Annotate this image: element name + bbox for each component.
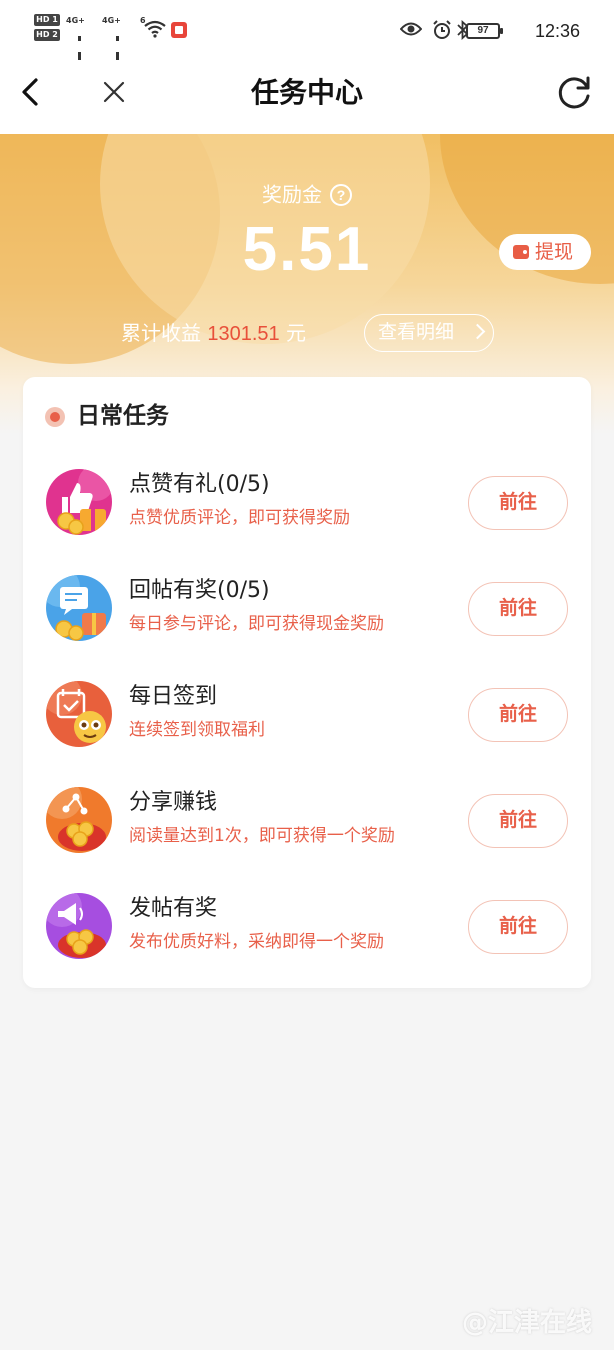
refresh-icon[interactable] [554,72,594,112]
section-dot-icon [45,407,65,427]
thumbs-up-icon [46,469,112,535]
task-desc: 点赞优质评论，即可获得奖励 [129,508,350,528]
wifi-icon [144,20,166,38]
alarm-icon [433,20,451,39]
page-title: 任务中心 [250,76,363,109]
task-name: 发帖有奖 [129,896,218,921]
hd2-badge: HD 2 [34,29,60,41]
status-bar: HD 1 HD 2 4G+ 4G+ 6 97 12:36 [0,0,614,98]
status-time: 12:36 [534,21,580,41]
view-details-button[interactable]: 查看明细 [364,314,494,352]
wallet-icon [513,245,529,259]
go-button[interactable]: 前往 [468,688,568,742]
view-details-label: 查看明细 [378,321,455,343]
watermark: @江津在线 [461,1308,592,1338]
calendar-icon [46,681,112,747]
go-button[interactable]: 前往 [468,794,568,848]
section-title: 日常任务 [45,399,169,433]
daily-tasks-card: 日常任务 点赞有礼(0/5) 点赞优质评论，即可获得奖励 前往 回帖有奖(0/5… [23,377,591,988]
task-name: 每日签到 [129,684,218,709]
reward-label: 奖励金 [262,182,322,207]
help-icon[interactable]: ? [330,183,352,206]
reply-icon [46,575,112,641]
cumulative-unit: 元 [286,321,307,345]
go-button[interactable]: 前往 [468,476,568,530]
task-item-like: 点赞有礼(0/5) 点赞优质评论，即可获得奖励 前往 [23,457,591,563]
withdraw-label: 提现 [535,241,574,263]
network-type-1: 4G+ [66,16,85,25]
battery-indicator: 97 [466,23,503,39]
cumulative-earnings: 累计收益 1301.51 元 [121,318,306,349]
task-desc: 每日参与评论，即可获得现金奖励 [129,614,384,634]
hd-indicators: HD 1 HD 2 [34,14,60,44]
cumulative-prefix: 累计收益 [121,321,201,345]
task-item-share: 分享赚钱 阅读量达到1次，即可获得一个奖励 前往 [23,775,591,881]
eye-icon [400,22,422,36]
reward-label-row: 奖励金? [0,178,614,210]
withdraw-button[interactable]: 提现 [499,234,591,270]
task-desc: 连续签到领取福利 [129,720,265,740]
nav-bar: 任务中心 [0,62,614,134]
task-name: 分享赚钱 [129,790,218,815]
hd1-badge: HD 1 [34,14,60,26]
go-button[interactable]: 前往 [468,582,568,636]
cumulative-value: 1301.51 [207,323,280,345]
app-notification-icon [171,22,187,38]
task-item-reply: 回帖有奖(0/5) 每日参与评论，即可获得现金奖励 前往 [23,563,591,669]
task-desc: 阅读量达到1次，即可获得一个奖励 [129,826,395,846]
chevron-right-icon [469,323,486,340]
megaphone-icon [46,893,112,959]
task-name: 点赞有礼(0/5) [129,472,270,497]
task-item-post: 发帖有奖 发布优质好料，采纳即得一个奖励 前往 [23,881,591,987]
task-name: 回帖有奖(0/5) [129,578,270,603]
go-button[interactable]: 前往 [468,900,568,954]
task-desc: 发布优质好料，采纳即得一个奖励 [129,932,384,952]
share-icon [46,787,112,853]
task-item-checkin: 每日签到 连续签到领取福利 前往 [23,669,591,775]
